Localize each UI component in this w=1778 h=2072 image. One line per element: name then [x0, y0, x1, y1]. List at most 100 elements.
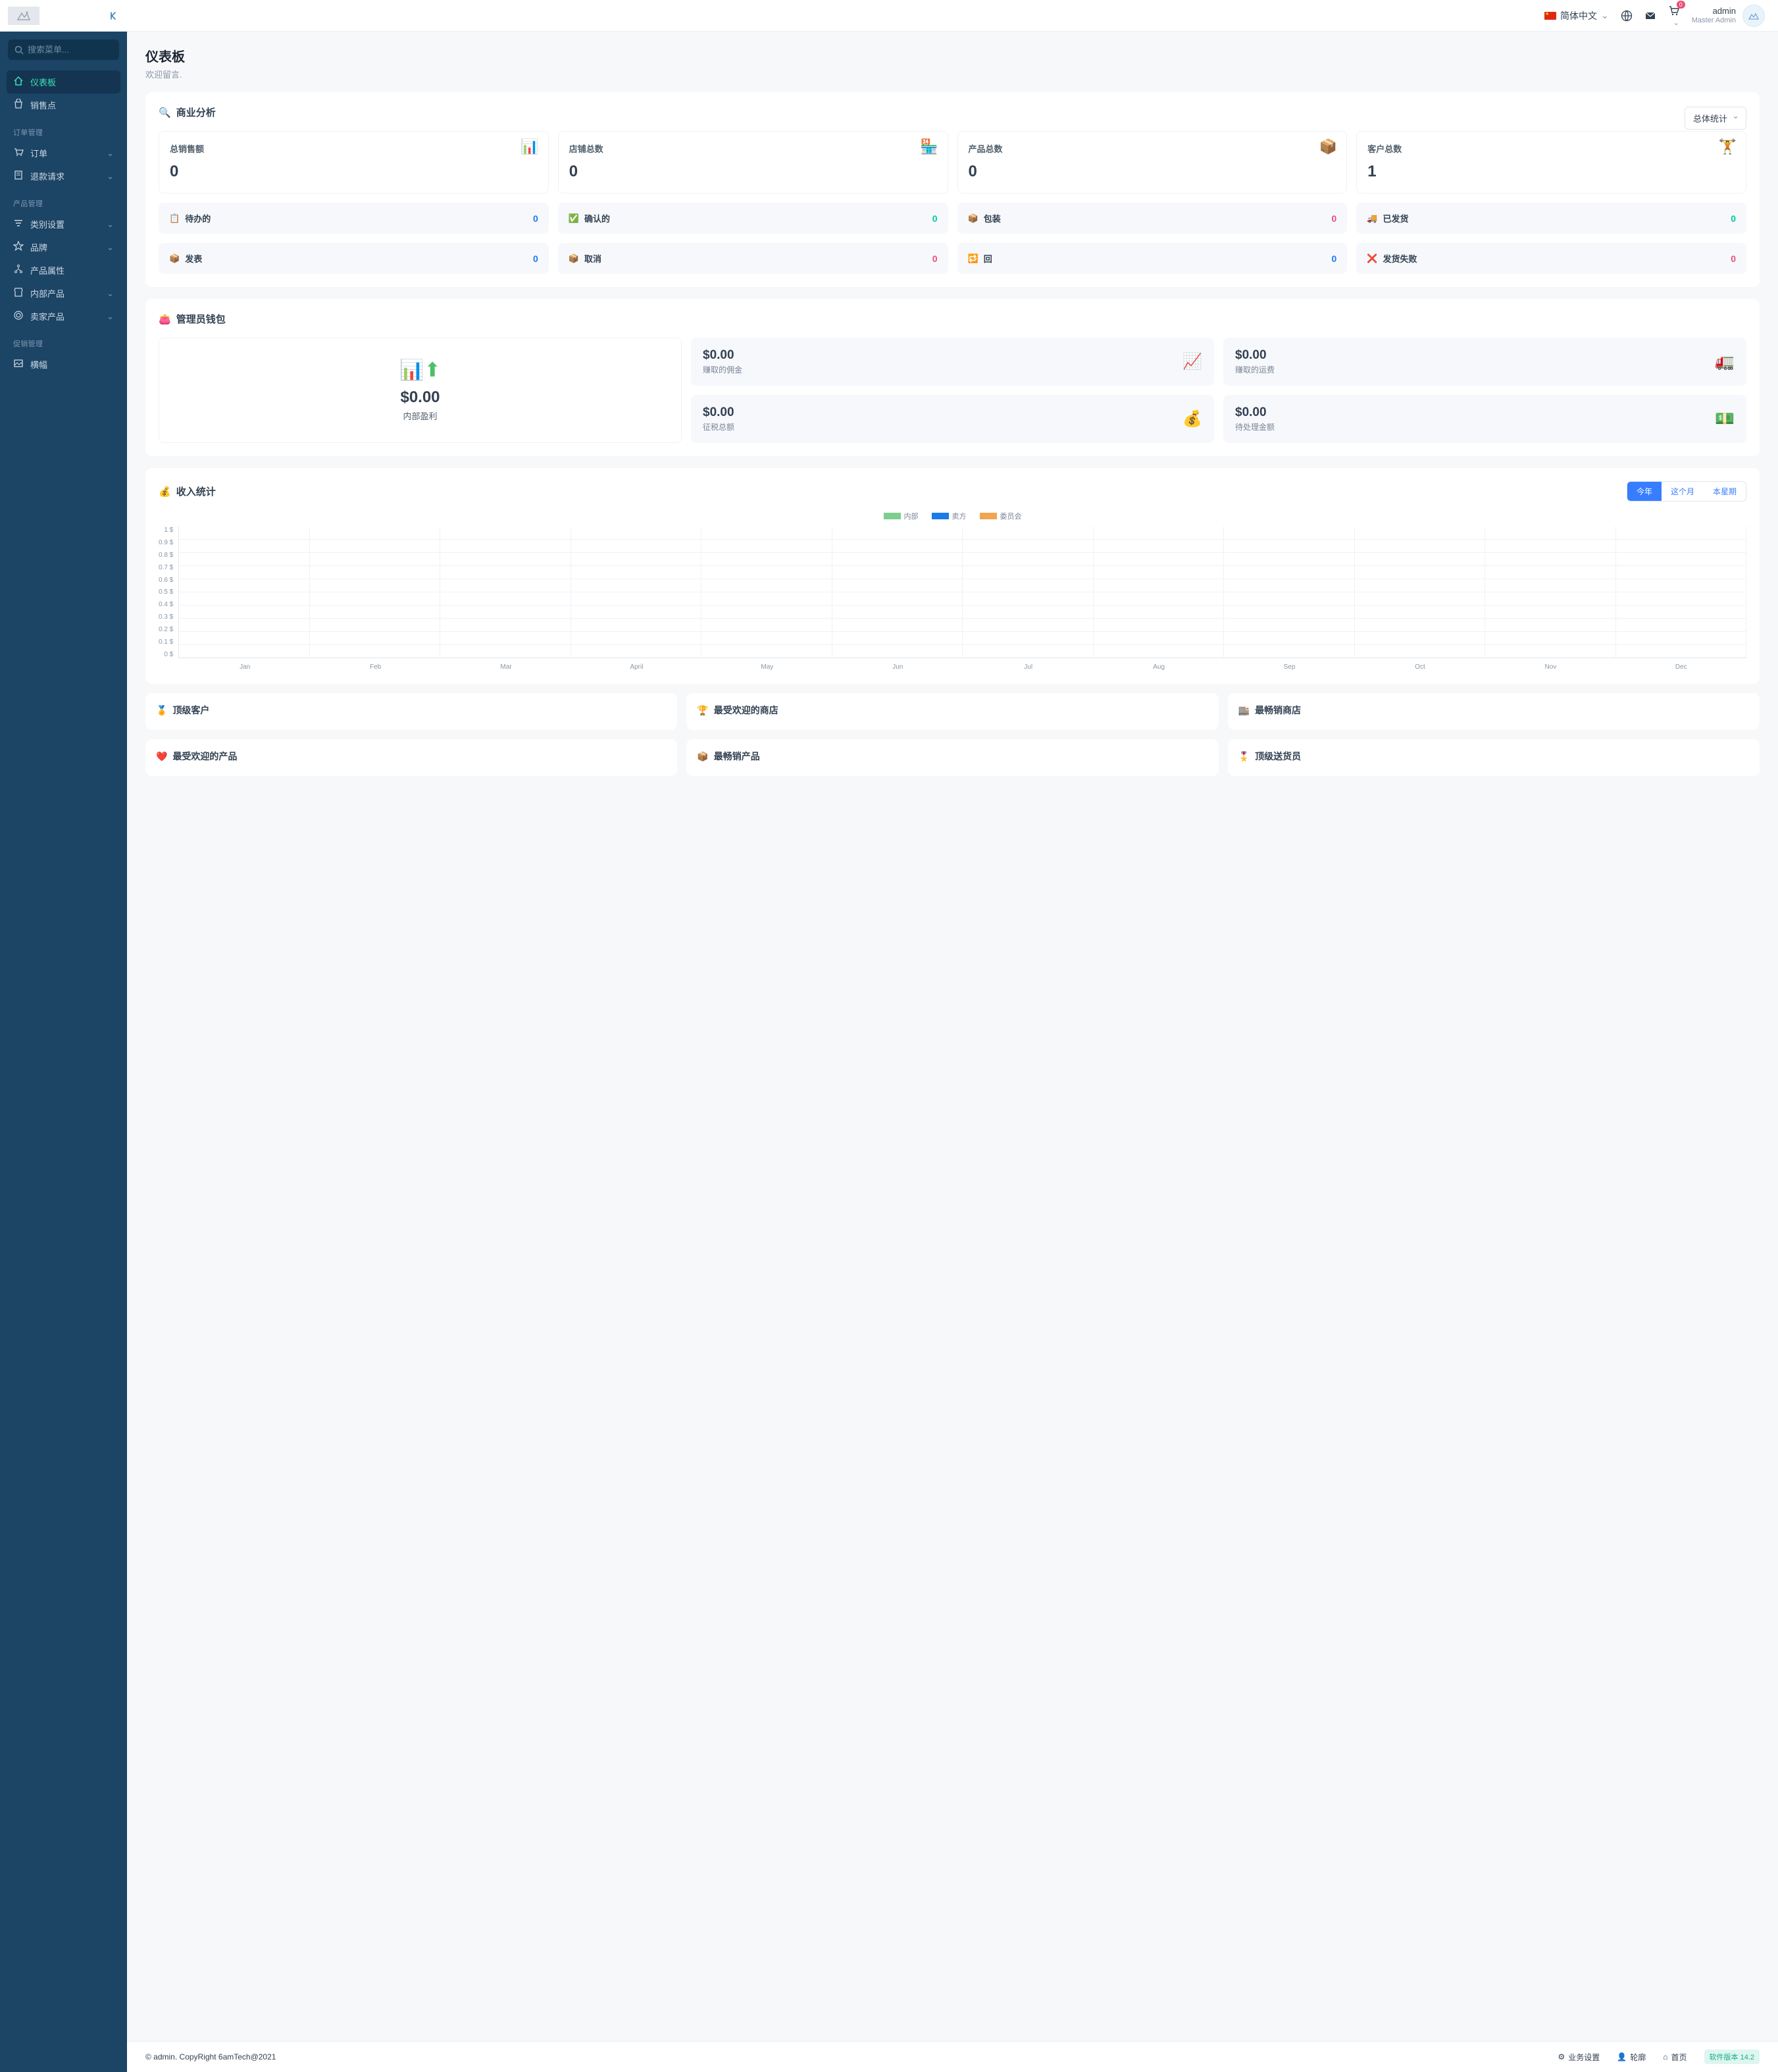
- y-tick: 0.5 $: [159, 588, 173, 596]
- panel-popular-store: 🏆最受欢迎的商店: [686, 693, 1218, 730]
- y-tick: 0.3 $: [159, 613, 173, 621]
- stat-value: 0: [932, 253, 938, 264]
- wallet-inhouse-earning: 📊⬆ $0.00 内部盈利: [159, 338, 682, 443]
- analytics-title-row: 🔍 商业分析: [159, 105, 216, 119]
- legend-swatch-commission: [980, 513, 997, 519]
- chart-legend: 内部 卖方 委员会: [159, 511, 1746, 521]
- stat-small[interactable]: 📦发表0: [159, 243, 549, 274]
- language-selector[interactable]: 简体中文 ⌄: [1544, 9, 1609, 22]
- stat-label: 发表: [185, 252, 202, 265]
- y-tick: 0.4 $: [159, 601, 173, 608]
- wallet-cell[interactable]: $0.00赚取的佣金📈: [691, 338, 1214, 386]
- tree-icon: [13, 264, 24, 276]
- cart-badge: 0: [1677, 1, 1685, 9]
- search-input[interactable]: [28, 45, 143, 55]
- sidebar-header: [0, 0, 127, 32]
- user-menu[interactable]: admin Master Admin: [1692, 5, 1765, 27]
- stat-card[interactable]: 📦产品总数0: [957, 131, 1348, 194]
- wallet-cell-icon: 🚛: [1715, 352, 1735, 371]
- sidebar-collapse-button[interactable]: [109, 11, 119, 21]
- footer-link-home[interactable]: ⌂ 首页: [1663, 2052, 1687, 2063]
- wallet-amount: $0.00: [1235, 348, 1275, 363]
- sidebar-item-category[interactable]: 类别设置 ⌄: [7, 213, 120, 236]
- logo[interactable]: [8, 7, 39, 25]
- stat-icon: 📦: [569, 253, 579, 264]
- wallet-cell[interactable]: $0.00待处理金额💵: [1223, 395, 1746, 443]
- stat-small[interactable]: 🔁回0: [957, 243, 1348, 274]
- stat-icon: 📦: [169, 253, 180, 264]
- footer-link-settings[interactable]: ⚙业务设置: [1558, 2052, 1600, 2063]
- search-box[interactable]: [8, 39, 119, 60]
- sidebar-item-label: 销售点: [30, 99, 56, 111]
- stat-small[interactable]: 📦包装0: [957, 203, 1348, 234]
- flag-icon: [1544, 12, 1556, 20]
- stat-icon: 🚚: [1367, 213, 1377, 224]
- mail-button[interactable]: [1644, 10, 1656, 22]
- sidebar: 仪表板 销售点 订单管理 订单 ⌄ 退款请求 ⌄ 产品管理 类别设置 ⌄: [0, 0, 127, 2072]
- tab-this-month[interactable]: 这个月: [1662, 482, 1704, 501]
- chart-col: [1224, 527, 1354, 658]
- y-tick: 0.7 $: [159, 564, 173, 571]
- sidebar-item-banner[interactable]: 横幅: [7, 353, 120, 376]
- stat-label: 产品总数: [969, 142, 1336, 155]
- stat-small[interactable]: 📋 待办的 0: [159, 203, 549, 234]
- stat-small[interactable]: 🚚已发货0: [1356, 203, 1746, 234]
- stat-icon: 📋: [169, 213, 180, 224]
- stat-small[interactable]: ❌发货失败0: [1356, 243, 1746, 274]
- topbar: 简体中文 ⌄ 0 ⌄ admin Master Admin: [127, 0, 1778, 32]
- footer-links: ⚙业务设置 👤轮廓 ⌂首页 软件版本 14.2: [1558, 2050, 1760, 2064]
- stat-value: 0: [569, 163, 937, 181]
- stat-card[interactable]: 🏪店铺总数0: [558, 131, 948, 194]
- sidebar-item-seller-product[interactable]: 卖家产品 ⌄: [7, 305, 120, 328]
- chevron-down-icon: ⌄: [1601, 10, 1609, 21]
- analytics-filter-select[interactable]: 总体统计: [1685, 107, 1746, 130]
- tab-this-year[interactable]: 今年: [1627, 482, 1662, 501]
- sidebar-item-pos[interactable]: 销售点: [7, 93, 120, 117]
- stat-icon: 📦: [968, 213, 978, 224]
- globe-button[interactable]: [1621, 10, 1633, 22]
- stat-small[interactable]: 📦取消0: [558, 243, 948, 274]
- wallet-cell[interactable]: $0.00征税总额💰: [691, 395, 1214, 443]
- sidebar-item-label: 退款请求: [30, 170, 64, 182]
- chart-col: [571, 527, 701, 658]
- stat-label: 待办的: [185, 212, 211, 224]
- cart-button[interactable]: 0 ⌄: [1668, 5, 1680, 27]
- footer-link-profile[interactable]: 👤轮廓: [1617, 2052, 1646, 2063]
- stat-small[interactable]: ✅确认的0: [558, 203, 948, 234]
- menu-section-promo: 促销管理: [7, 328, 120, 353]
- stat-card[interactable]: 📊总销售额0: [159, 131, 549, 194]
- user-text: admin Master Admin: [1692, 6, 1736, 25]
- tab-this-week[interactable]: 本星期: [1704, 482, 1746, 501]
- wallet-label: 征税总额: [703, 421, 734, 432]
- chevron-down-icon: ⌄: [107, 288, 114, 299]
- analytics-filter-label: 总体统计: [1693, 114, 1727, 124]
- stat-value: 0: [533, 213, 538, 224]
- y-tick: 0.2 $: [159, 626, 173, 633]
- x-tick: May: [702, 663, 832, 671]
- stat-card[interactable]: 🏋️客户总数1: [1356, 131, 1746, 194]
- sidebar-item-orders[interactable]: 订单 ⌄: [7, 142, 120, 165]
- y-tick: 0.8 $: [159, 552, 173, 559]
- chart-col: [1355, 527, 1485, 658]
- home-icon: ⌂: [1663, 2052, 1667, 2061]
- footer-link-label: 业务设置: [1568, 2052, 1600, 2063]
- footer-link-label: 首页: [1671, 2052, 1687, 2063]
- wallet-cell-icon: 💰: [1182, 409, 1202, 428]
- chart-up-icon: 📊⬆: [399, 359, 441, 382]
- sidebar-item-dashboard[interactable]: 仪表板: [7, 70, 120, 93]
- chevron-down-icon: ⌄: [1673, 19, 1679, 27]
- sidebar-item-inhouse-product[interactable]: 内部产品 ⌄: [7, 282, 120, 305]
- sidebar-item-refund[interactable]: 退款请求 ⌄: [7, 165, 120, 188]
- wallet-cell[interactable]: $0.00赚取的运费🚛: [1223, 338, 1746, 386]
- sidebar-item-attributes[interactable]: 产品属性: [7, 259, 120, 282]
- page-subtitle: 欢迎留言.: [145, 68, 1760, 80]
- stat-icon: 🏪: [920, 138, 938, 155]
- sidebar-item-brand[interactable]: 品牌 ⌄: [7, 236, 120, 259]
- wallet-title-row: 👛 管理员钱包: [159, 312, 1746, 326]
- x-tick: Jun: [832, 663, 963, 671]
- stat-value: 0: [1331, 213, 1336, 224]
- wallet-big-label: 内部盈利: [403, 409, 437, 422]
- cart-icon: [13, 147, 24, 159]
- panel-top-customer: 🏅顶级客户: [145, 693, 677, 730]
- sidebar-item-label: 类别设置: [30, 218, 64, 230]
